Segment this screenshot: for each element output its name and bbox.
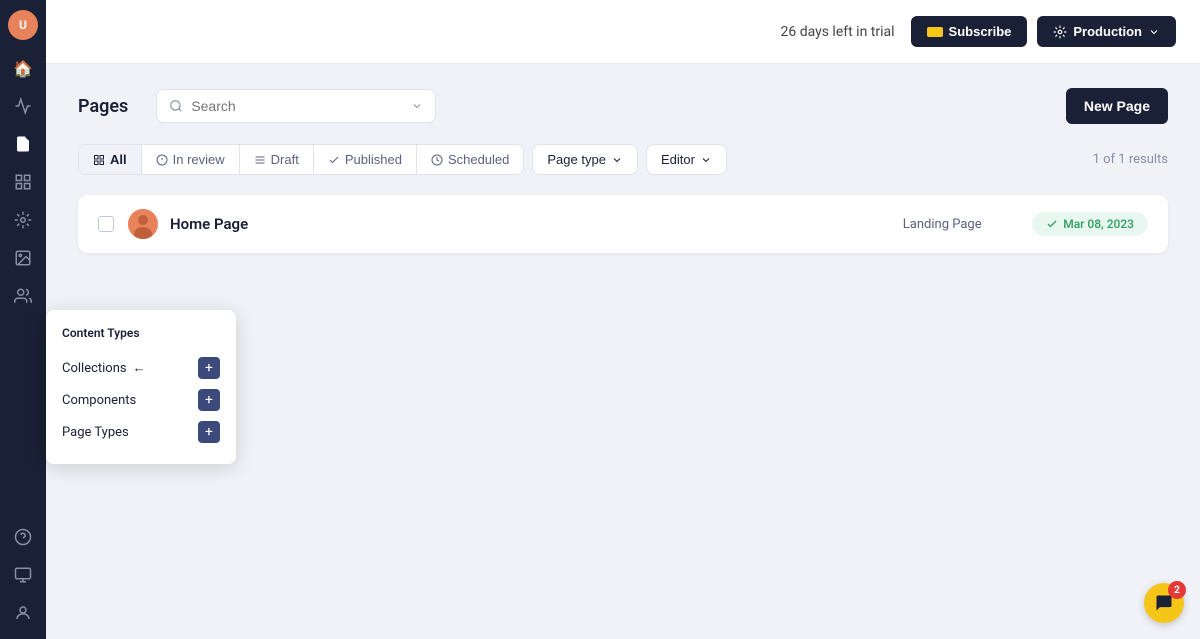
- filter-in-review-button[interactable]: In review: [142, 145, 240, 174]
- filter-all-button[interactable]: All: [79, 145, 142, 174]
- status-check-icon: [1046, 218, 1058, 230]
- row-type: Landing Page: [852, 217, 1032, 232]
- results-count: 1 of 1 results: [1093, 152, 1168, 167]
- editor-chevron-icon: [700, 154, 712, 166]
- pages-header: Pages New Page: [78, 88, 1168, 124]
- pages-title: Pages: [78, 96, 128, 117]
- production-label: Production: [1073, 24, 1142, 39]
- editor-filter-button[interactable]: Editor: [646, 144, 727, 175]
- table-row[interactable]: Home Page Landing Page Mar 08, 2023: [78, 195, 1168, 253]
- sidebar-item-profile[interactable]: [7, 597, 39, 629]
- page-type-filter-button[interactable]: Page type: [532, 144, 638, 175]
- sidebar-item-analytics[interactable]: [7, 90, 39, 122]
- content-type-page-types: Page Types +: [62, 416, 220, 448]
- sidebar-item-integrations[interactable]: [7, 204, 39, 236]
- page-types-label: Page Types: [62, 425, 129, 440]
- content-types-popup: Content Types Collections ← + Components…: [46, 310, 236, 464]
- search-bar: [156, 89, 436, 123]
- filter-scheduled-button[interactable]: Scheduled: [417, 145, 523, 174]
- add-page-type-button[interactable]: +: [198, 421, 220, 443]
- add-component-button[interactable]: +: [198, 389, 220, 411]
- row-checkbox[interactable]: [98, 216, 114, 232]
- filter-published-button[interactable]: Published: [314, 145, 417, 174]
- arrow-indicator: ←: [133, 360, 146, 376]
- subscribe-button[interactable]: Subscribe: [911, 16, 1028, 47]
- sidebar: U 🏠: [0, 0, 46, 639]
- in-review-icon: [156, 154, 168, 166]
- chat-badge: 2: [1168, 581, 1186, 599]
- subscribe-icon: [927, 27, 943, 37]
- sidebar-item-images[interactable]: [7, 242, 39, 274]
- filters-row: All In review Draft Published Scheduled: [78, 144, 1168, 175]
- production-icon: [1053, 25, 1067, 39]
- new-page-button[interactable]: New Page: [1066, 88, 1168, 124]
- trial-text: 26 days left in trial: [780, 24, 894, 40]
- chevron-down-icon: [1148, 26, 1160, 38]
- all-icon: [93, 154, 105, 166]
- content-type-collections: Collections ← +: [62, 352, 220, 384]
- chat-bubble[interactable]: 2: [1144, 583, 1184, 623]
- sidebar-item-users[interactable]: [7, 280, 39, 312]
- components-label: Components: [62, 393, 136, 408]
- scheduled-icon: [431, 154, 443, 166]
- published-icon: [328, 154, 340, 166]
- production-button[interactable]: Production: [1037, 16, 1176, 47]
- sidebar-item-help[interactable]: [7, 521, 39, 553]
- sidebar-item-pages[interactable]: [7, 128, 39, 160]
- row-status: Mar 08, 2023: [1032, 212, 1148, 236]
- filter-draft-button[interactable]: Draft: [240, 145, 314, 174]
- search-input[interactable]: [191, 98, 403, 114]
- avatar[interactable]: U: [8, 10, 38, 40]
- filter-group: All In review Draft Published Scheduled: [78, 144, 524, 175]
- search-icon: [169, 99, 183, 113]
- sidebar-item-settings[interactable]: [7, 559, 39, 591]
- page-type-chevron-icon: [611, 154, 623, 166]
- search-chevron-icon: [411, 100, 423, 112]
- sidebar-item-grid[interactable]: [7, 166, 39, 198]
- topbar: 26 days left in trial Subscribe Producti…: [46, 0, 1200, 64]
- row-avatar: [128, 209, 158, 239]
- header-left: Pages: [78, 89, 436, 123]
- collections-label: Collections: [62, 361, 127, 376]
- add-collection-button[interactable]: +: [198, 357, 220, 379]
- subscribe-label: Subscribe: [949, 24, 1012, 39]
- avatar-image: [128, 209, 158, 239]
- content-types-title: Content Types: [62, 326, 220, 340]
- sidebar-item-home[interactable]: 🏠: [7, 52, 39, 84]
- content-type-components: Components +: [62, 384, 220, 416]
- draft-icon: [254, 154, 266, 166]
- row-title: Home Page: [170, 215, 852, 233]
- pages-table: Home Page Landing Page Mar 08, 2023: [78, 195, 1168, 253]
